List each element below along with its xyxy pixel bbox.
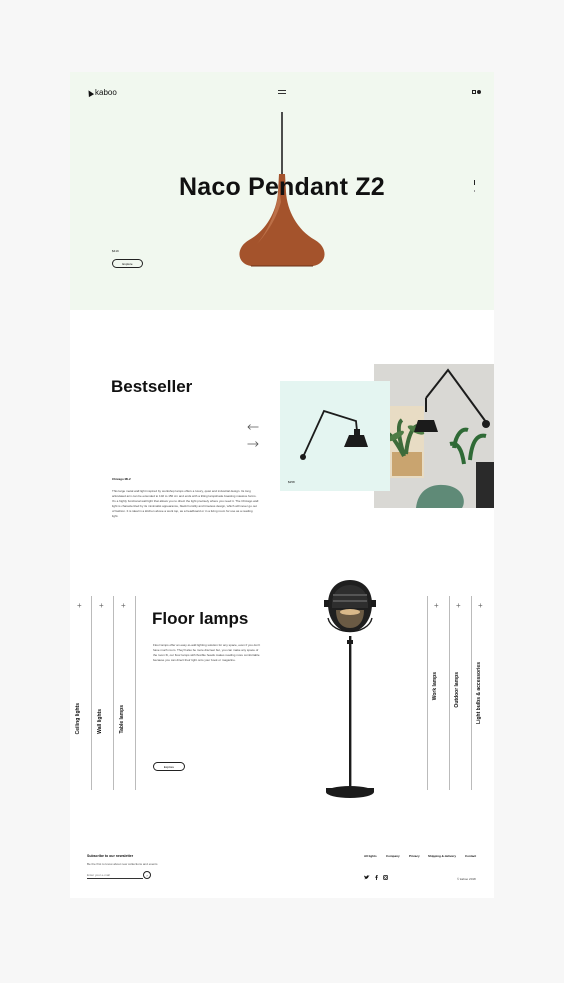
category-label: Light bulbs & accessories xyxy=(476,662,482,724)
hero-explore-button[interactable]: Explore xyxy=(112,259,143,268)
wall-lamp-image xyxy=(300,409,368,460)
category-light-bulbs[interactable]: + Light bulbs & accessories xyxy=(471,596,493,790)
floor-lamps-title: Floor lamps xyxy=(152,609,249,628)
divider xyxy=(427,596,428,790)
category-ceiling-lights[interactable]: + Ceiling lights xyxy=(70,596,92,790)
copyright: © kaboo 2018 xyxy=(457,877,476,881)
footer-link-shipping[interactable]: Shipping & delivery xyxy=(428,854,456,858)
page: kaboo Naco Pendant Z2 $419 Explore Bests… xyxy=(70,72,494,898)
bestseller-title: Bestseller xyxy=(111,377,193,396)
newsletter-subtitle: Be the first to know about new collectio… xyxy=(87,862,158,866)
footer-link-contact[interactable]: Contact xyxy=(465,854,476,858)
cart-icon[interactable] xyxy=(472,89,481,95)
hero-section: kaboo Naco Pendant Z2 $419 Explore xyxy=(70,72,494,310)
divider xyxy=(471,596,472,790)
category-label: Work lamps xyxy=(432,672,438,701)
category-outdoor-lamps[interactable]: + Outdoor lamps xyxy=(449,596,471,790)
footer-link-privacy[interactable]: Privacy xyxy=(409,854,420,858)
category-wall-lights[interactable]: + Wall lights xyxy=(92,596,114,790)
hero-title: Naco Pendant Z2 xyxy=(179,173,385,201)
product-photo xyxy=(374,364,494,508)
newsletter-submit-button[interactable]: › xyxy=(143,871,151,879)
logo-text: kaboo xyxy=(95,88,117,97)
product-price: $258 xyxy=(288,480,295,484)
facebook-icon[interactable] xyxy=(375,875,378,880)
twitter-icon[interactable] xyxy=(364,875,370,880)
hero-price: $419 xyxy=(112,249,119,253)
instagram-icon[interactable] xyxy=(383,875,388,880)
plus-icon: + xyxy=(478,601,483,610)
logo[interactable]: kaboo xyxy=(85,88,117,97)
email-field[interactable] xyxy=(87,871,143,879)
plus-icon: + xyxy=(99,601,104,610)
plus-icon: + xyxy=(456,601,461,610)
divider xyxy=(449,596,450,790)
hamburger-icon[interactable] xyxy=(278,90,286,95)
floor-lamp-image xyxy=(324,580,376,798)
category-label: Wall lights xyxy=(97,709,103,734)
arrow-right-icon[interactable] xyxy=(247,441,259,447)
category-work-lamps[interactable]: + Work lamps xyxy=(427,596,449,790)
newsletter-title: Subscribe to our newsletter xyxy=(87,854,134,858)
category-label: Table lamps xyxy=(119,705,125,734)
wall-scene-image xyxy=(374,364,494,508)
arrow-left-icon[interactable] xyxy=(247,424,259,430)
logo-mark-icon xyxy=(85,88,95,97)
plus-icon: + xyxy=(434,601,439,610)
category-label: Ceiling lights xyxy=(75,702,81,734)
divider xyxy=(135,596,136,790)
slide-indicator[interactable] xyxy=(474,180,476,202)
category-label: Outdoor lamps xyxy=(454,672,460,708)
product-card[interactable]: $258 xyxy=(280,381,390,491)
plus-icon: + xyxy=(121,601,126,610)
floor-explore-button[interactable]: Explore xyxy=(153,762,185,771)
footer-link-company[interactable]: Company xyxy=(386,854,400,858)
footer-link-all-lights[interactable]: All lights xyxy=(364,854,377,858)
product-name: Chicago ML2 xyxy=(112,477,131,481)
product-description: This large metal wall light inspired by … xyxy=(112,489,259,518)
plus-icon: + xyxy=(77,601,82,610)
floor-lamps-description: Floor lamps offer an easy-to-add lightin… xyxy=(153,643,261,662)
category-table-lamps[interactable]: + Table lamps xyxy=(114,596,136,790)
